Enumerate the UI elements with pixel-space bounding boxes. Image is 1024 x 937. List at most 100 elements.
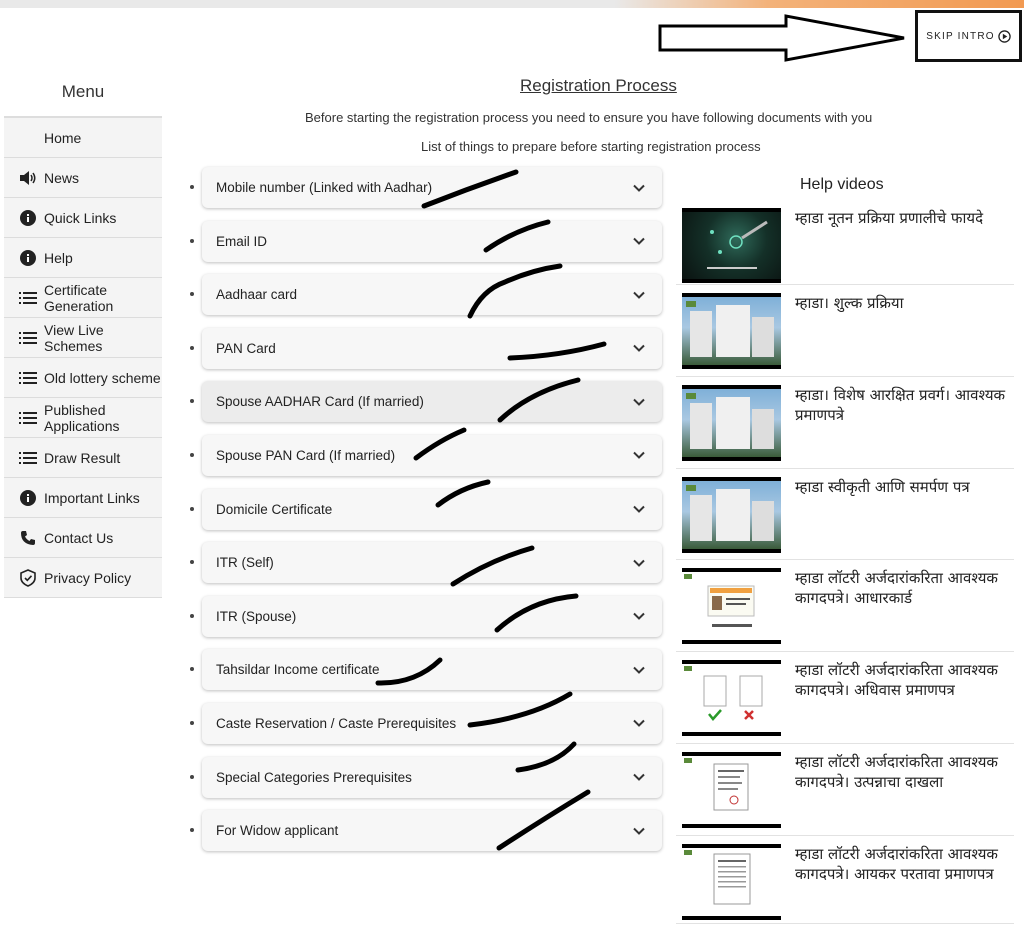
sidebar-item-label: Old lottery scheme [44, 369, 161, 386]
video-item[interactable]: म्हाडा नूतन प्रक्रिया प्रणालीचे फायदे [676, 200, 1014, 285]
list-icon [18, 288, 38, 308]
video-title: म्हाडा। विशेष आरक्षित प्रवर्ग। आवश्यक प्… [795, 386, 1006, 424]
list-item: Caste Reservation / Caste Prerequisites [186, 702, 666, 757]
accordion-tahsildar-income[interactable]: Tahsildar Income certificate [202, 649, 662, 691]
sidebar-item-label: Help [44, 249, 73, 266]
intro-text: Before starting the registration process… [305, 110, 873, 125]
accordion-label: ITR (Spouse) [216, 608, 297, 624]
accordion-aadhaar-card[interactable]: Aadhaar card [202, 274, 662, 316]
list-item: Email ID [186, 220, 666, 275]
info-icon [18, 208, 38, 228]
sidebar-item-contact-us[interactable]: Contact Us [4, 518, 162, 558]
accordion-label: Special Categories Prerequisites [216, 769, 412, 785]
video-thumbnail [682, 477, 781, 553]
video-item[interactable]: म्हाडा लॉटरी अर्जदारांकरिता आवश्यक कागदप… [676, 560, 1014, 652]
accordion-domicile-certificate[interactable]: Domicile Certificate [202, 488, 662, 530]
video-title: म्हाडा स्वीकृती आणि समर्पण पत्र [795, 478, 970, 496]
accordion-pan-card[interactable]: PAN Card [202, 327, 662, 369]
accordion-caste-reservation[interactable]: Caste Reservation / Caste Prerequisites [202, 702, 662, 744]
help-video-list: म्हाडा नूतन प्रक्रिया प्रणालीचे फायदे म्… [676, 200, 1014, 924]
sidebar-item-home[interactable]: Home [4, 118, 162, 158]
skip-intro-button[interactable]: SKIP INTRO [915, 10, 1022, 62]
sidebar-item-label: Certificate Generation [44, 281, 114, 314]
list-item: Spouse PAN Card (If married) [186, 434, 666, 489]
chevron-down-icon [633, 452, 645, 460]
document-list: Mobile number (Linked with Aadhar) Email… [186, 167, 666, 864]
accordion-email-id[interactable]: Email ID [202, 220, 662, 262]
list-item: PAN Card [186, 327, 666, 382]
chevron-down-icon [633, 827, 645, 835]
chevron-down-icon [633, 237, 645, 246]
sidebar-menu: Home News Quick Links Help Certificate G… [4, 116, 162, 598]
accordion-spouse-aadhar-card[interactable]: Spouse AADHAR Card (If married) [202, 381, 662, 423]
accordion-special-categories[interactable]: Special Categories Prerequisites [202, 756, 662, 798]
video-thumbnail [682, 844, 781, 920]
skip-intro-label: SKIP INTRO [926, 30, 995, 42]
video-item[interactable]: म्हाडा स्वीकृती आणि समर्पण पत्र [676, 469, 1014, 560]
play-circle-icon [998, 29, 1011, 43]
sidebar-item-certificate-generation[interactable]: Certificate Generation [4, 278, 162, 318]
bullet [190, 292, 194, 297]
video-item[interactable]: म्हाडा लॉटरी अर्जदारांकरिता आवश्यक कागदप… [676, 652, 1014, 744]
bullet [190, 185, 194, 189]
video-item[interactable]: म्हाडा लॉटरी अर्जदारांकरिता आवश्यक कागदप… [676, 744, 1014, 836]
sidebar-item-label: Home [44, 129, 82, 146]
sidebar-item-old-lottery-scheme[interactable]: Old lottery scheme [4, 358, 162, 398]
bullet [190, 399, 194, 404]
video-title: म्हाडा लॉटरी अर्जदारांकरिता आवश्यक कागदप… [795, 753, 998, 791]
sidebar-item-label: Contact Us [44, 529, 114, 546]
chevron-down-icon [633, 505, 645, 513]
chevron-down-icon [633, 720, 645, 728]
accordion-label: For Widow applicant [216, 823, 339, 839]
accordion-spouse-pan-card[interactable]: Spouse PAN Card (If married) [202, 434, 662, 476]
sidebar-item-draw-result[interactable]: Draw Result [4, 438, 162, 478]
list-icon [18, 368, 38, 388]
video-title: म्हाडा लॉटरी अर्जदारांकरिता आवश्यक कागदप… [795, 569, 998, 607]
bullet [190, 506, 194, 511]
accordion-mobile-number[interactable]: Mobile number (Linked with Aadhar) [202, 167, 662, 208]
shield-icon [18, 568, 38, 588]
sidebar-item-label: News [44, 169, 80, 186]
sidebar-item-help[interactable]: Help [4, 238, 162, 278]
phone-icon [18, 528, 38, 548]
sidebar-item-label: View Live Schemes [44, 321, 104, 354]
video-thumbnail [682, 568, 781, 644]
chevron-down-icon [633, 184, 645, 192]
arrow-annotation [658, 14, 905, 62]
video-item[interactable]: म्हाडा। विशेष आरक्षित प्रवर्ग। आवश्यक प्… [676, 377, 1014, 469]
sidebar-item-published-applications[interactable]: Published Applications [4, 398, 162, 438]
sidebar-item-news[interactable]: News [4, 158, 162, 198]
accordion-label: PAN Card [216, 340, 276, 356]
sidebar-item-label: Published Applications [44, 401, 120, 434]
bullet [190, 345, 194, 350]
bullet [190, 720, 194, 725]
video-item[interactable]: म्हाडा। शुल्क प्रक्रिया [676, 285, 1014, 377]
video-thumbnail [682, 660, 781, 736]
list-icon [18, 408, 38, 428]
bullet [190, 560, 194, 565]
bullet [190, 452, 194, 457]
sidebar-item-privacy-policy[interactable]: Privacy Policy [4, 558, 162, 598]
chevron-down-icon [633, 559, 645, 567]
list-item: For Widow applicant [186, 810, 666, 864]
chevron-down-icon [633, 666, 645, 674]
bullet [190, 667, 194, 672]
accordion-label: Spouse PAN Card (If married) [216, 447, 396, 463]
accordion-itr-self[interactable]: ITR (Self) [202, 542, 662, 584]
sidebar-item-quick-links[interactable]: Quick Links [4, 198, 162, 238]
page-title: Registration Process [520, 76, 677, 95]
video-thumbnail [682, 293, 781, 369]
subintro-text: List of things to prepare before startin… [421, 139, 761, 154]
video-thumbnail [682, 385, 781, 461]
accordion-itr-spouse[interactable]: ITR (Spouse) [202, 595, 662, 637]
video-thumbnail [682, 208, 781, 283]
sidebar-item-view-live-schemes[interactable]: View Live Schemes [4, 318, 162, 358]
bullet [190, 828, 194, 833]
info-icon [18, 248, 38, 268]
bullet [190, 774, 194, 779]
sidebar-item-important-links[interactable]: Important Links [4, 478, 162, 518]
list-item: Domicile Certificate [186, 488, 666, 543]
accordion-label: Domicile Certificate [216, 501, 333, 517]
accordion-widow-applicant[interactable]: For Widow applicant [202, 810, 662, 852]
video-item[interactable]: म्हाडा लॉटरी अर्जदारांकरिता आवश्यक कागदप… [676, 836, 1014, 924]
